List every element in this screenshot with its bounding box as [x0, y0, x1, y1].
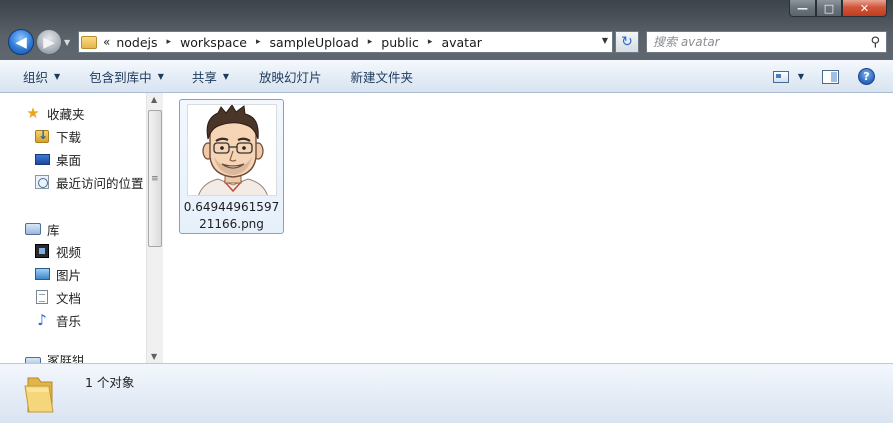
- breadcrumb-separator[interactable]: ▸: [167, 37, 172, 47]
- sidebar-item-label: 库: [47, 222, 60, 238]
- sidebar-item-pictures[interactable]: 图片: [34, 264, 81, 284]
- file-name-line: 0.64944961597: [183, 200, 280, 214]
- slideshow-button[interactable]: 放映幻灯片: [259, 60, 322, 92]
- breadcrumb-workspace[interactable]: workspace: [180, 35, 247, 50]
- maximize-button[interactable]: □: [816, 0, 842, 17]
- sidebar-item-videos[interactable]: 视频: [34, 241, 81, 261]
- back-button[interactable]: ◀: [8, 29, 34, 55]
- forward-button[interactable]: ▶: [36, 29, 62, 55]
- sidebar-item-documents[interactable]: 文档: [34, 287, 81, 307]
- sidebar-item-desktop[interactable]: 桌面: [34, 149, 81, 169]
- scroll-down-icon[interactable]: ▼: [151, 352, 157, 361]
- refresh-icon: ↻: [621, 34, 633, 50]
- sidebar-item-label: 最近访问的位置: [56, 175, 144, 191]
- sidebar-item-homegroup[interactable]: 家庭组: [25, 355, 85, 363]
- window-controls: — □ ✕: [789, 0, 887, 17]
- navigation-pane: ★ 收藏夹 下载 桌面 最近访问的位置 库 视频 图片 文档 ♪ 音乐 家庭组: [0, 93, 163, 363]
- share-menu[interactable]: 共享 ▼: [192, 60, 229, 92]
- chevron-down-icon: ▼: [54, 71, 61, 81]
- breadcrumb-public[interactable]: public: [381, 35, 419, 50]
- breadcrumb-sampleupload[interactable]: sampleUpload: [270, 35, 359, 50]
- grip-icon: ≡: [151, 174, 159, 184]
- scroll-up-icon[interactable]: ▲: [151, 95, 157, 104]
- organize-menu[interactable]: 组织 ▼: [23, 60, 60, 92]
- help-icon[interactable]: ?: [858, 68, 875, 85]
- share-label: 共享: [191, 69, 217, 85]
- downloads-icon: [34, 128, 50, 144]
- item-count-status: 1 个对象: [85, 375, 135, 390]
- address-bar[interactable]: « nodejs ▸ workspace ▸ sampleUpload ▸ pu…: [78, 31, 613, 53]
- sidebar-item-downloads[interactable]: 下载: [34, 126, 81, 146]
- preview-pane-button[interactable]: [822, 69, 839, 84]
- recent-pages-dropdown[interactable]: ▼: [64, 38, 70, 47]
- sidebar-item-label: 图片: [56, 267, 82, 283]
- close-button[interactable]: ✕: [842, 0, 887, 17]
- sidebar-item-libraries[interactable]: 库: [25, 219, 60, 239]
- file-name-line: 21166.png: [199, 217, 264, 231]
- library-icon: [25, 221, 41, 237]
- star-icon: ★: [26, 104, 40, 122]
- sidebar-item-label: 下载: [56, 129, 82, 145]
- window-frame: — □ ✕ ◀ ▶ ▼ « nodejs ▸ workspace ▸ sampl…: [0, 0, 893, 60]
- sidebar-item-label: 文档: [56, 290, 82, 306]
- breadcrumb-separator[interactable]: ▸: [256, 37, 261, 47]
- cartoon-avatar-image: [187, 104, 277, 196]
- chevron-down-icon: ▼: [157, 71, 164, 81]
- sidebar-item-recent-places[interactable]: 最近访问的位置: [34, 172, 144, 192]
- chevron-down-icon: ▼: [797, 72, 804, 81]
- file-list[interactable]: 0.64944961597 21166.png: [163, 93, 893, 363]
- breadcrumb-separator[interactable]: ▸: [428, 37, 433, 47]
- folder-icon: [24, 377, 54, 413]
- refresh-button[interactable]: ↻: [615, 31, 639, 53]
- video-library-icon: [34, 243, 50, 259]
- sidebar-item-favorites[interactable]: ★ 收藏夹: [25, 103, 85, 123]
- sidebar-item-label: 音乐: [56, 313, 82, 329]
- new-folder-button[interactable]: 新建文件夹: [351, 60, 414, 92]
- change-view-button[interactable]: ▼: [772, 70, 804, 83]
- sidebar-item-label: 视频: [56, 244, 82, 260]
- sidebar-item-label: 家庭组: [47, 355, 85, 363]
- breadcrumb-avatar[interactable]: avatar: [441, 35, 481, 50]
- organize-label: 组织: [23, 69, 49, 85]
- minimize-button[interactable]: —: [789, 0, 816, 17]
- sidebar-item-label: 桌面: [56, 152, 82, 168]
- breadcrumb-overflow[interactable]: «: [103, 35, 110, 49]
- breadcrumb-nodejs[interactable]: nodejs: [116, 35, 157, 50]
- folder-icon: [81, 35, 97, 49]
- details-pane: 1 个对象: [0, 363, 893, 423]
- new-folder-label: 新建文件夹: [350, 69, 414, 85]
- arrow-left-icon: ◀: [15, 33, 27, 51]
- recent-places-icon: [34, 174, 50, 190]
- file-name: 0.64944961597 21166.png: [180, 199, 283, 233]
- command-bar: 组织 ▼ 包含到库中 ▼ 共享 ▼ 放映幻灯片 新建文件夹 ▼ ?: [0, 60, 893, 93]
- breadcrumb-separator[interactable]: ▸: [368, 37, 373, 47]
- arrow-right-icon: ▶: [43, 33, 55, 51]
- homegroup-icon: [25, 355, 41, 363]
- search-input[interactable]: [653, 35, 863, 49]
- address-history-dropdown[interactable]: ▼: [602, 36, 608, 45]
- sidebar-item-music[interactable]: ♪ 音乐: [34, 310, 81, 330]
- search-icon[interactable]: ⚲: [870, 35, 880, 50]
- include-in-library-menu[interactable]: 包含到库中 ▼: [89, 60, 164, 92]
- file-item[interactable]: 0.64944961597 21166.png: [179, 99, 284, 234]
- sidebar-item-label: 收藏夹: [47, 106, 85, 122]
- desktop-icon: [34, 151, 50, 167]
- include-in-library-label: 包含到库中: [89, 69, 152, 85]
- chevron-down-icon: ▼: [222, 71, 230, 81]
- view-icon: [772, 70, 789, 83]
- pictures-library-icon: [34, 266, 50, 282]
- music-library-icon: ♪: [37, 311, 47, 329]
- documents-library-icon: [34, 289, 50, 305]
- navigation-scrollbar[interactable]: ▲ ≡ ▼: [146, 93, 163, 363]
- search-box[interactable]: ⚲: [646, 31, 887, 53]
- slideshow-label: 放映幻灯片: [259, 69, 322, 85]
